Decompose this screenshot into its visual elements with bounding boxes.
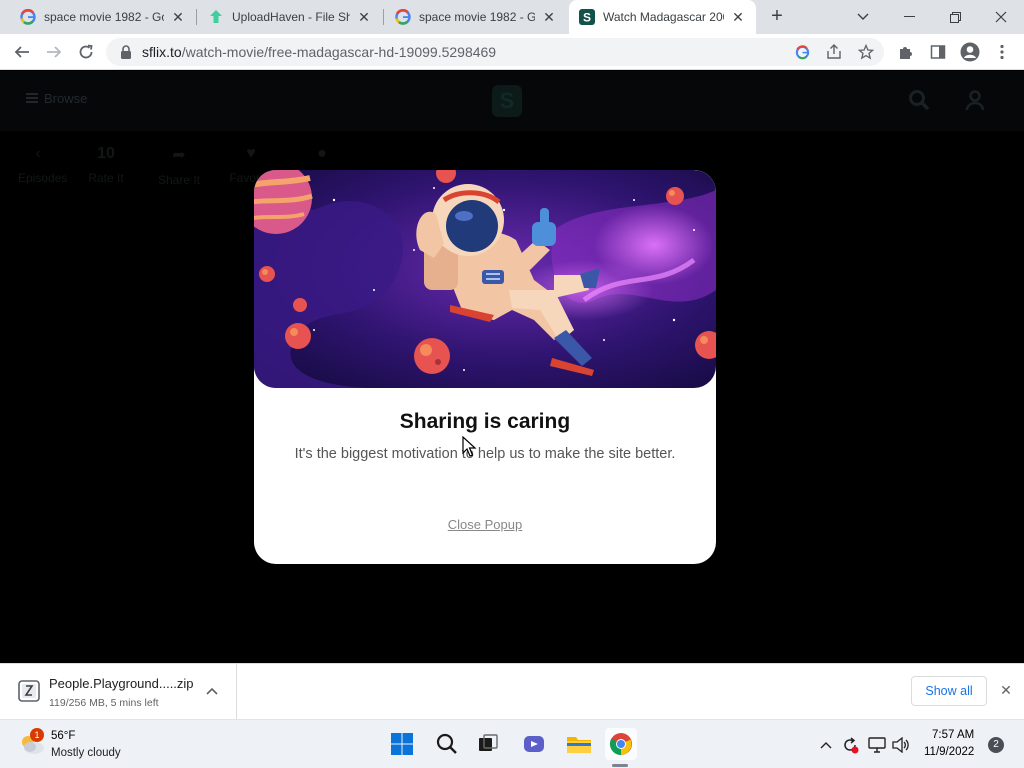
download-file-name: People.Playground.....zip (49, 676, 194, 691)
svg-text:S: S (583, 11, 591, 25)
url-text: sflix.to/watch-movie/free-madagascar-hd-… (142, 44, 496, 60)
sflix-icon: S (579, 9, 595, 25)
show-all-downloads-button[interactable]: Show all (911, 676, 987, 706)
restore-button[interactable] (932, 0, 978, 34)
show-hidden-icons-chevron-icon[interactable] (817, 736, 835, 754)
download-status: 119/256 MB, 5 mins left (49, 697, 159, 709)
rate-it-button[interactable]: 10 Rate It (86, 145, 126, 185)
pin-button[interactable]: ● (314, 145, 330, 171)
tab-separator (383, 9, 384, 25)
network-icon[interactable] (868, 736, 886, 754)
chrome-running-indicator (612, 764, 628, 767)
clock-date[interactable]: 11/9/2022 (924, 746, 974, 758)
google-g-icon (395, 9, 411, 25)
task-view-icon[interactable] (472, 728, 504, 760)
tab-search-chevron-icon[interactable] (840, 0, 886, 34)
chevron-left-icon: ‹ (35, 145, 41, 162)
tab-title: Watch Madagascar 2005 (603, 10, 724, 24)
tab-title: UploadHaven - File Sharing (232, 10, 350, 24)
weather-condition: Mostly cloudy (51, 747, 121, 759)
user-account-icon[interactable] (964, 89, 986, 111)
close-download-bar-icon[interactable]: ✕ (998, 682, 1014, 698)
episodes-button[interactable]: ‹ Episodes (18, 145, 67, 185)
close-tab-icon[interactable]: ✕ (541, 9, 557, 26)
tab-google-search-2[interactable]: space movie 1982 - Google Search ✕ (385, 0, 567, 34)
share-popup-modal: Sharing is caring It's the biggest motiv… (254, 170, 716, 564)
tab-uploadhaven[interactable]: UploadHaven - File Sharing ✕ (198, 0, 382, 34)
browse-label: Browse (44, 91, 88, 106)
share-page-icon[interactable] (824, 42, 844, 62)
google-g-icon (20, 9, 36, 25)
reload-icon[interactable] (74, 40, 98, 64)
forward-icon[interactable] (42, 40, 66, 64)
taskbar-search-icon[interactable] (431, 728, 463, 760)
url-path: /watch-movie/free-madagascar-hd-19099.52… (181, 44, 497, 60)
chevron-up-icon[interactable] (204, 684, 220, 700)
ten-score-icon: 10 (97, 145, 115, 162)
sync-update-icon[interactable] (841, 736, 859, 754)
heart-icon: ♥ (246, 145, 256, 162)
back-icon[interactable] (10, 40, 34, 64)
url-host: sflix.to (142, 44, 182, 60)
episodes-label: Episodes (18, 171, 68, 185)
tab-google-search-1[interactable]: space movie 1982 - Google Search ✕ (10, 0, 196, 34)
close-popup-link[interactable]: Close Popup (254, 517, 716, 532)
site-header: Browse S (0, 71, 1024, 131)
share-it-button[interactable]: ➦ Share It (152, 145, 206, 187)
browse-menu[interactable]: Browse (26, 91, 87, 106)
google-lens-icon[interactable] (792, 42, 812, 62)
weather-alert-badge: 1 (30, 728, 44, 742)
lock-icon (121, 45, 131, 59)
file-explorer-icon[interactable] (563, 728, 595, 760)
side-panel-icon[interactable] (926, 40, 950, 64)
tab-sflix-active[interactable]: S Watch Madagascar 2005 ✕ (569, 0, 756, 34)
profile-avatar-icon[interactable] (958, 40, 982, 64)
download-item[interactable]: People.Playground.....zip 119/256 MB, 5 … (0, 664, 237, 720)
teams-chat-icon[interactable] (518, 728, 550, 760)
extensions-puzzle-icon[interactable] (894, 40, 918, 64)
uploadhaven-icon (210, 10, 222, 23)
sflix-logo[interactable]: S (492, 85, 522, 117)
chrome-menu-icon[interactable] (990, 40, 1014, 64)
zip-file-icon (18, 680, 40, 702)
notification-count-badge[interactable]: 2 (988, 737, 1004, 753)
close-tab-icon[interactable]: ✕ (356, 9, 372, 26)
minimize-button[interactable] (886, 0, 932, 34)
browser-toolbar: sflix.to/watch-movie/free-madagascar-hd-… (0, 34, 1024, 70)
download-shelf: People.Playground.....zip 119/256 MB, 5 … (0, 663, 1024, 720)
bookmark-star-icon[interactable] (856, 42, 876, 62)
browser-tab-strip: space movie 1982 - Google Search ✕ Uploa… (0, 0, 1024, 34)
weather-temperature: 56°F (51, 730, 76, 742)
popup-title: Sharing is caring (399, 410, 571, 433)
close-tab-icon[interactable]: ✕ (730, 9, 746, 26)
popup-subtitle: It's the biggest motivation to help us t… (294, 446, 676, 462)
windows-logo-icon (391, 733, 413, 755)
volume-icon[interactable] (892, 736, 910, 754)
tab-title: space movie 1982 - Google Search (44, 10, 164, 24)
tab-title: space movie 1982 - Google Search (419, 10, 535, 24)
chrome-taskbar-icon[interactable] (605, 728, 637, 760)
mouse-cursor-icon (462, 436, 477, 457)
tab-separator (196, 9, 197, 25)
pin-icon: ● (317, 145, 327, 162)
astronaut-illustration (254, 170, 716, 388)
windows-start-button[interactable] (386, 728, 418, 760)
share-it-label: Share It (157, 173, 201, 187)
hamburger-icon (26, 91, 38, 106)
clock-time[interactable]: 7:57 AM (932, 729, 974, 741)
page-viewport: Browse S ‹ Episodes 10 Rate It ➦ Share I… (0, 71, 1024, 663)
address-bar[interactable]: sflix.to/watch-movie/free-madagascar-hd-… (106, 38, 884, 66)
windows-taskbar: 1 56°F Mostly cloudy 7:57 AM 11/9/2022 2 (0, 719, 1024, 768)
new-tab-button[interactable]: + (766, 6, 788, 28)
rate-it-label: Rate It (88, 171, 124, 185)
close-tab-icon[interactable]: ✕ (170, 9, 186, 26)
close-window-button[interactable] (978, 0, 1024, 34)
search-icon[interactable] (908, 89, 930, 111)
share-icon: ➦ (172, 147, 186, 164)
